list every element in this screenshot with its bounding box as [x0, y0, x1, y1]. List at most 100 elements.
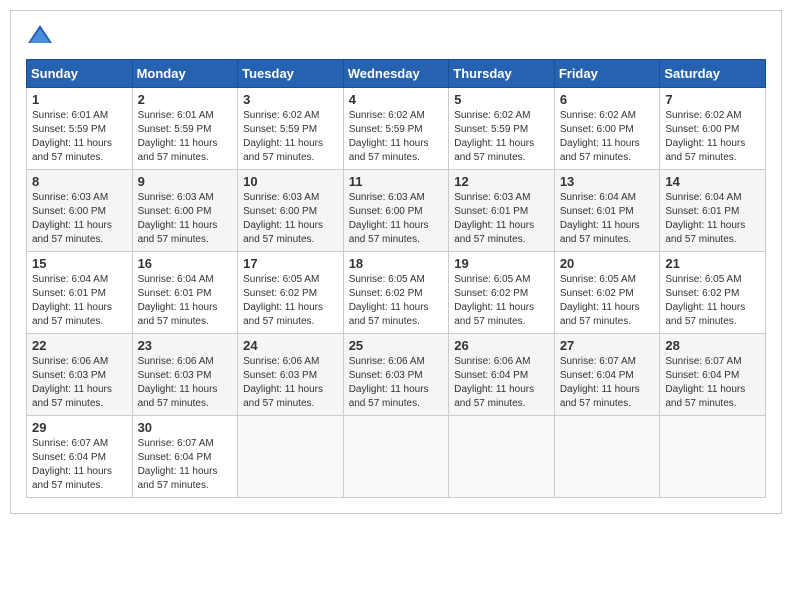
- day-number: 17: [243, 256, 338, 271]
- logo: [26, 21, 58, 49]
- page: SundayMondayTuesdayWednesdayThursdayFrid…: [10, 10, 782, 514]
- header: [26, 21, 766, 49]
- calendar-week-row: 29 Sunrise: 6:07 AM Sunset: 6:04 PM Dayl…: [27, 416, 766, 498]
- calendar-cell: 16 Sunrise: 6:04 AM Sunset: 6:01 PM Dayl…: [132, 252, 238, 334]
- calendar-week-row: 22 Sunrise: 6:06 AM Sunset: 6:03 PM Dayl…: [27, 334, 766, 416]
- day-number: 27: [560, 338, 655, 353]
- day-info: Sunrise: 6:07 AM Sunset: 6:04 PM Dayligh…: [560, 356, 640, 409]
- day-number: 23: [138, 338, 233, 353]
- calendar-cell: 1 Sunrise: 6:01 AM Sunset: 5:59 PM Dayli…: [27, 88, 133, 170]
- calendar-cell: 13 Sunrise: 6:04 AM Sunset: 6:01 PM Dayl…: [554, 170, 660, 252]
- day-number: 9: [138, 174, 233, 189]
- day-number: 18: [349, 256, 444, 271]
- calendar-cell: 15 Sunrise: 6:04 AM Sunset: 6:01 PM Dayl…: [27, 252, 133, 334]
- day-header-saturday: Saturday: [660, 60, 766, 88]
- calendar-cell: 20 Sunrise: 6:05 AM Sunset: 6:02 PM Dayl…: [554, 252, 660, 334]
- calendar-cell: 27 Sunrise: 6:07 AM Sunset: 6:04 PM Dayl…: [554, 334, 660, 416]
- day-info: Sunrise: 6:06 AM Sunset: 6:03 PM Dayligh…: [349, 356, 429, 409]
- day-info: Sunrise: 6:04 AM Sunset: 6:01 PM Dayligh…: [665, 192, 745, 245]
- day-number: 12: [454, 174, 549, 189]
- day-info: Sunrise: 6:04 AM Sunset: 6:01 PM Dayligh…: [138, 274, 218, 327]
- day-info: Sunrise: 6:01 AM Sunset: 5:59 PM Dayligh…: [138, 110, 218, 163]
- day-info: Sunrise: 6:03 AM Sunset: 6:00 PM Dayligh…: [138, 192, 218, 245]
- day-number: 19: [454, 256, 549, 271]
- day-info: Sunrise: 6:05 AM Sunset: 6:02 PM Dayligh…: [665, 274, 745, 327]
- calendar-cell: [449, 416, 555, 498]
- day-number: 21: [665, 256, 760, 271]
- calendar-cell: 18 Sunrise: 6:05 AM Sunset: 6:02 PM Dayl…: [343, 252, 449, 334]
- calendar-cell: 30 Sunrise: 6:07 AM Sunset: 6:04 PM Dayl…: [132, 416, 238, 498]
- day-info: Sunrise: 6:06 AM Sunset: 6:03 PM Dayligh…: [138, 356, 218, 409]
- day-info: Sunrise: 6:07 AM Sunset: 6:04 PM Dayligh…: [138, 438, 218, 491]
- calendar-week-row: 1 Sunrise: 6:01 AM Sunset: 5:59 PM Dayli…: [27, 88, 766, 170]
- calendar-cell: 9 Sunrise: 6:03 AM Sunset: 6:00 PM Dayli…: [132, 170, 238, 252]
- calendar-cell: 26 Sunrise: 6:06 AM Sunset: 6:04 PM Dayl…: [449, 334, 555, 416]
- day-number: 7: [665, 92, 760, 107]
- day-number: 6: [560, 92, 655, 107]
- calendar-cell: [554, 416, 660, 498]
- day-info: Sunrise: 6:03 AM Sunset: 6:00 PM Dayligh…: [243, 192, 323, 245]
- calendar-cell: 22 Sunrise: 6:06 AM Sunset: 6:03 PM Dayl…: [27, 334, 133, 416]
- day-number: 2: [138, 92, 233, 107]
- calendar-cell: [660, 416, 766, 498]
- day-header-thursday: Thursday: [449, 60, 555, 88]
- day-info: Sunrise: 6:02 AM Sunset: 6:00 PM Dayligh…: [560, 110, 640, 163]
- day-number: 5: [454, 92, 549, 107]
- day-info: Sunrise: 6:05 AM Sunset: 6:02 PM Dayligh…: [243, 274, 323, 327]
- day-number: 24: [243, 338, 338, 353]
- day-number: 29: [32, 420, 127, 435]
- day-header-friday: Friday: [554, 60, 660, 88]
- day-info: Sunrise: 6:03 AM Sunset: 6:00 PM Dayligh…: [32, 192, 112, 245]
- day-number: 25: [349, 338, 444, 353]
- calendar-cell: 6 Sunrise: 6:02 AM Sunset: 6:00 PM Dayli…: [554, 88, 660, 170]
- day-number: 16: [138, 256, 233, 271]
- calendar-cell: 25 Sunrise: 6:06 AM Sunset: 6:03 PM Dayl…: [343, 334, 449, 416]
- calendar-cell: 19 Sunrise: 6:05 AM Sunset: 6:02 PM Dayl…: [449, 252, 555, 334]
- calendar-week-row: 8 Sunrise: 6:03 AM Sunset: 6:00 PM Dayli…: [27, 170, 766, 252]
- day-info: Sunrise: 6:05 AM Sunset: 6:02 PM Dayligh…: [349, 274, 429, 327]
- calendar-cell: [238, 416, 344, 498]
- day-number: 10: [243, 174, 338, 189]
- day-info: Sunrise: 6:02 AM Sunset: 5:59 PM Dayligh…: [243, 110, 323, 163]
- day-number: 26: [454, 338, 549, 353]
- day-info: Sunrise: 6:02 AM Sunset: 5:59 PM Dayligh…: [454, 110, 534, 163]
- calendar-cell: 21 Sunrise: 6:05 AM Sunset: 6:02 PM Dayl…: [660, 252, 766, 334]
- calendar-cell: 28 Sunrise: 6:07 AM Sunset: 6:04 PM Dayl…: [660, 334, 766, 416]
- day-header-sunday: Sunday: [27, 60, 133, 88]
- calendar-table: SundayMondayTuesdayWednesdayThursdayFrid…: [26, 59, 766, 498]
- day-info: Sunrise: 6:03 AM Sunset: 6:01 PM Dayligh…: [454, 192, 534, 245]
- day-info: Sunrise: 6:05 AM Sunset: 6:02 PM Dayligh…: [454, 274, 534, 327]
- day-info: Sunrise: 6:04 AM Sunset: 6:01 PM Dayligh…: [560, 192, 640, 245]
- day-number: 3: [243, 92, 338, 107]
- day-number: 14: [665, 174, 760, 189]
- day-info: Sunrise: 6:02 AM Sunset: 5:59 PM Dayligh…: [349, 110, 429, 163]
- calendar-cell: 5 Sunrise: 6:02 AM Sunset: 5:59 PM Dayli…: [449, 88, 555, 170]
- calendar-cell: [343, 416, 449, 498]
- calendar-cell: 11 Sunrise: 6:03 AM Sunset: 6:00 PM Dayl…: [343, 170, 449, 252]
- day-number: 11: [349, 174, 444, 189]
- calendar-cell: 23 Sunrise: 6:06 AM Sunset: 6:03 PM Dayl…: [132, 334, 238, 416]
- day-info: Sunrise: 6:03 AM Sunset: 6:00 PM Dayligh…: [349, 192, 429, 245]
- day-number: 20: [560, 256, 655, 271]
- day-number: 4: [349, 92, 444, 107]
- day-header-tuesday: Tuesday: [238, 60, 344, 88]
- day-number: 8: [32, 174, 127, 189]
- day-info: Sunrise: 6:05 AM Sunset: 6:02 PM Dayligh…: [560, 274, 640, 327]
- calendar-week-row: 15 Sunrise: 6:04 AM Sunset: 6:01 PM Dayl…: [27, 252, 766, 334]
- logo-icon: [26, 21, 54, 49]
- calendar-cell: 7 Sunrise: 6:02 AM Sunset: 6:00 PM Dayli…: [660, 88, 766, 170]
- calendar-cell: 14 Sunrise: 6:04 AM Sunset: 6:01 PM Dayl…: [660, 170, 766, 252]
- calendar-cell: 12 Sunrise: 6:03 AM Sunset: 6:01 PM Dayl…: [449, 170, 555, 252]
- day-info: Sunrise: 6:02 AM Sunset: 6:00 PM Dayligh…: [665, 110, 745, 163]
- day-info: Sunrise: 6:06 AM Sunset: 6:04 PM Dayligh…: [454, 356, 534, 409]
- day-info: Sunrise: 6:01 AM Sunset: 5:59 PM Dayligh…: [32, 110, 112, 163]
- day-number: 30: [138, 420, 233, 435]
- calendar-cell: 8 Sunrise: 6:03 AM Sunset: 6:00 PM Dayli…: [27, 170, 133, 252]
- day-info: Sunrise: 6:06 AM Sunset: 6:03 PM Dayligh…: [32, 356, 112, 409]
- calendar-cell: 2 Sunrise: 6:01 AM Sunset: 5:59 PM Dayli…: [132, 88, 238, 170]
- calendar-cell: 29 Sunrise: 6:07 AM Sunset: 6:04 PM Dayl…: [27, 416, 133, 498]
- calendar-cell: 10 Sunrise: 6:03 AM Sunset: 6:00 PM Dayl…: [238, 170, 344, 252]
- calendar-cell: 4 Sunrise: 6:02 AM Sunset: 5:59 PM Dayli…: [343, 88, 449, 170]
- day-number: 1: [32, 92, 127, 107]
- day-number: 28: [665, 338, 760, 353]
